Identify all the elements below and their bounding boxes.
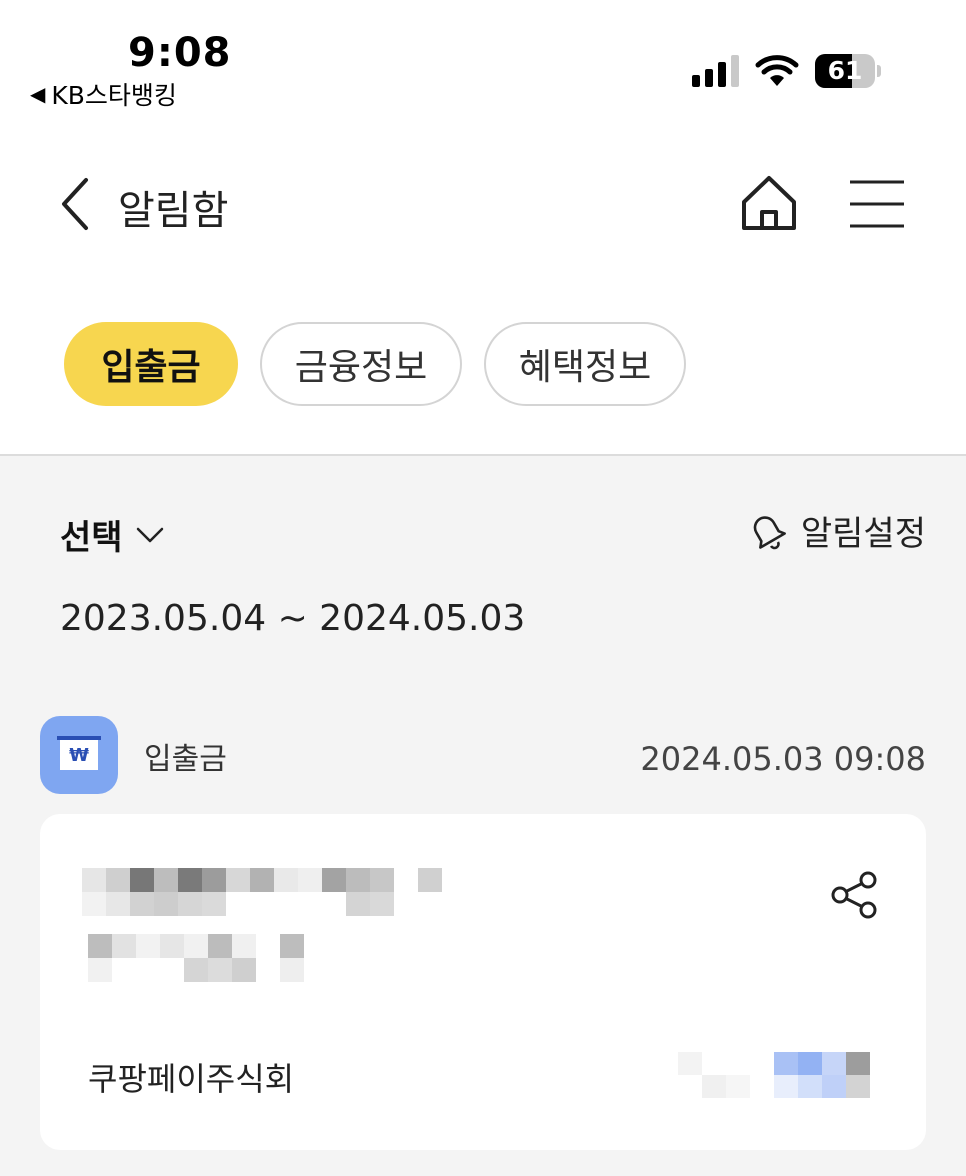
date-range: 2023.05.04 ~ 2024.05.03 (60, 598, 526, 639)
back-app-label: KB스타뱅킹 (51, 81, 177, 110)
page-title: 알림함 (118, 188, 229, 234)
notification-category: 입출금 (144, 742, 227, 777)
tab-deposit-withdrawal[interactable]: 입출금 (64, 322, 238, 406)
redacted-text-line-2 (88, 934, 308, 982)
bell-icon (753, 515, 786, 549)
back-to-app-link[interactable]: ◀ KB스타뱅킹 (30, 76, 177, 112)
merchant-name: 쿠팡페이주식회 (88, 1060, 295, 1098)
redacted-amount (678, 1052, 870, 1098)
share-icon[interactable] (830, 870, 880, 920)
tab-financial-info[interactable]: 금융정보 (260, 322, 462, 406)
notification-timestamp: 2024.05.03 09:08 (640, 740, 926, 778)
top-section: 9:08 ◀ KB스타뱅킹 61 알림함 입출금 금융정보 혜택정보 (0, 0, 966, 455)
select-dropdown[interactable]: 선택 (60, 510, 165, 559)
battery-percent: 61 (827, 56, 863, 85)
category-tabs: 입출금 금융정보 혜택정보 (64, 322, 686, 406)
back-triangle-icon: ◀ (30, 82, 46, 106)
chevron-down-icon (136, 527, 163, 542)
notification-card[interactable]: 쿠팡페이주식회 (40, 814, 926, 1150)
menu-icon[interactable] (848, 178, 906, 230)
redacted-text-line-1 (82, 868, 442, 916)
alarm-settings-label: 알림설정 (800, 514, 926, 554)
battery-icon: 61 (815, 54, 881, 88)
select-label: 선택 (60, 518, 123, 558)
signal-icon (692, 55, 739, 87)
status-icons: 61 (692, 54, 881, 88)
tab-benefit-info[interactable]: 혜택정보 (484, 322, 686, 406)
back-chevron-icon[interactable] (56, 176, 96, 232)
section-divider (0, 454, 966, 456)
status-time: 9:08 (128, 30, 232, 76)
wifi-icon (755, 55, 799, 86)
won-icon: ₩ (40, 716, 118, 794)
home-icon[interactable] (736, 172, 802, 234)
svg-text:₩: ₩ (69, 745, 89, 766)
alarm-settings-button[interactable]: 알림설정 (743, 506, 926, 555)
